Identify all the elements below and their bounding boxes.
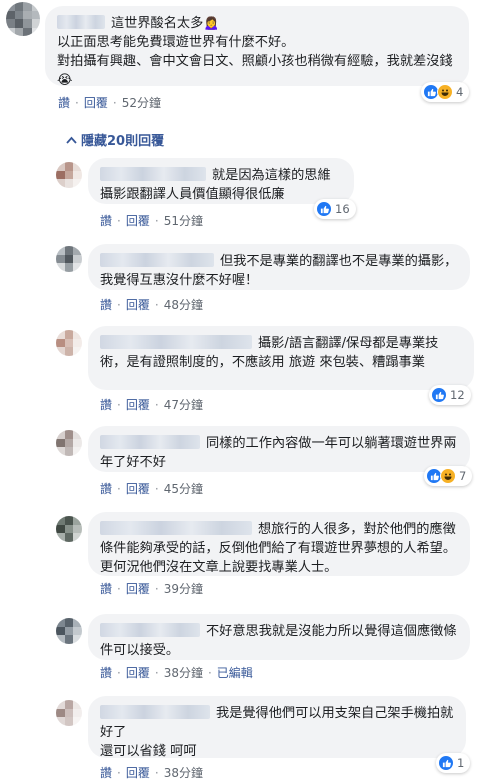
reply-link[interactable]: 回覆 [126,298,150,312]
avatar[interactable] [56,516,82,542]
like-reaction-icon [438,755,454,771]
reply-text: 不好意思我就是沒能力所以覺得這個應徵條件可以接受。 [100,623,457,658]
avatar[interactable] [56,700,82,726]
reply-text: 就是因為這樣的思維 攝影跟翻譯人員價值顯得很低廉 [100,167,331,202]
reply-bubble: 不好意思我就是沒能力所以覺得這個應徵條件可以接受。 [88,614,470,660]
comment-actions: 讚 · 回覆 · 52分鐘 [58,96,161,110]
reply-actions: 讚 · 回覆 · 51分鐘 [100,214,203,228]
author-name-blurred[interactable] [100,335,252,349]
reply-actions: 讚 · 回覆 · 38分鐘 · 已編輯 [100,666,253,680]
timestamp[interactable]: 38分鐘 [164,766,203,780]
reply-text: 我是覺得他們可以用支架自己架手機拍就好了 還可以省錢 呵呵 [100,705,454,759]
reply-bubble: 攝影/語言翻譯/保母都是專業技術，是有證照制度的，不應該用 旅遊 來包裝、糟蹋事… [88,326,474,390]
reaction-count: 16 [335,202,350,216]
reply-link[interactable]: 回覆 [126,398,150,412]
avatar[interactable] [56,618,82,644]
like-link[interactable]: 讚 [100,482,112,496]
reply-actions: 讚 · 回覆 · 38分鐘 [100,766,203,780]
author-name-blurred[interactable] [57,15,105,29]
like-link[interactable]: 讚 [100,298,112,312]
reply-bubble: 想旅行的人很多，對於他們的應徵條件能夠承受的話，反倒他們給了有環遊世界夢想的人希… [88,512,470,576]
like-link[interactable]: 讚 [58,96,70,110]
reply-actions: 讚 · 回覆 · 39分鐘 [100,582,203,596]
like-link[interactable]: 讚 [100,766,112,780]
reply-actions: 讚 · 回覆 · 47分鐘 [100,398,203,412]
reply-link[interactable]: 回覆 [126,766,150,780]
comment-bubble: 這世界酸名太多🙍‍♀️ 以正面思考能免費環遊世界有什麼不好。 對拍攝有興趣、會中… [45,6,469,88]
reply-bubble: 但我不是專業的翻譯也不是專業的攝影，我覺得互惠沒什麼不好喔！ [88,244,470,290]
reply-link[interactable]: 回覆 [84,96,108,110]
reply-bubble: 就是因為這樣的思維 攝影跟翻譯人員價值顯得很低廉 [88,158,354,204]
reply-link[interactable]: 回覆 [126,482,150,496]
timestamp[interactable]: 48分鐘 [164,298,203,312]
author-name-blurred[interactable] [100,167,206,181]
reply-text: 但我不是專業的翻譯也不是專業的攝影，我覺得互惠沒什麼不好喔！ [100,253,458,288]
hide-replies-label: 隱藏20則回覆 [81,134,165,149]
haha-reaction-icon [437,84,453,100]
reply-link[interactable]: 回覆 [126,214,150,228]
timestamp[interactable]: 39分鐘 [164,582,203,596]
like-link[interactable]: 讚 [100,214,112,228]
author-name-blurred[interactable] [100,253,214,267]
timestamp[interactable]: 52分鐘 [122,96,161,110]
avatar[interactable] [56,246,82,272]
reply-text: 同樣的工作內容做一年可以躺著環遊世界兩年了好不好 [100,435,457,470]
chevron-up-icon [66,136,77,144]
reaction-count: 12 [450,388,465,402]
edited-label[interactable]: 已編輯 [217,666,253,680]
like-link[interactable]: 讚 [100,582,112,596]
reply-link[interactable]: 回覆 [126,582,150,596]
timestamp[interactable]: 51分鐘 [164,214,203,228]
like-reaction-icon [316,201,332,217]
like-link[interactable]: 讚 [100,398,112,412]
like-link[interactable]: 讚 [100,666,112,680]
timestamp[interactable]: 45分鐘 [164,482,203,496]
reply-actions: 讚 · 回覆 · 48分鐘 [100,298,203,312]
timestamp[interactable]: 38分鐘 [164,666,203,680]
reply-text: 想旅行的人很多，對於他們的應徵條件能夠承受的話，反倒他們給了有環遊世界夢想的人希… [100,521,457,575]
reply-bubble: 我是覺得他們可以用支架自己架手機拍就好了 還可以省錢 呵呵 [88,696,466,759]
reply-bubble: 同樣的工作內容做一年可以躺著環遊世界兩年了好不好 [88,426,470,472]
reaction-summary[interactable]: 16 [314,199,356,219]
avatar[interactable] [56,430,82,456]
reply-link[interactable]: 回覆 [126,666,150,680]
reaction-summary[interactable]: 7 [424,466,473,486]
avatar[interactable] [56,162,82,188]
reaction-summary[interactable]: 4 [421,82,470,102]
reaction-count: 7 [459,469,467,483]
like-reaction-icon [431,387,447,403]
author-name-blurred[interactable] [100,521,252,535]
comment-text: 這世界酸名太多🙍‍♀️ 以正面思考能免費環遊世界有什麼不好。 對拍攝有興趣、會中… [57,15,453,88]
author-name-blurred[interactable] [100,623,200,637]
reply-actions: 讚 · 回覆 · 45分鐘 [100,482,203,496]
reaction-summary[interactable]: 1 [436,753,471,773]
haha-reaction-icon [440,468,456,484]
reaction-count: 4 [456,85,464,99]
reaction-count: 1 [457,756,465,770]
author-name-blurred[interactable] [100,705,210,719]
author-name-blurred[interactable] [100,435,200,449]
avatar[interactable] [56,330,82,356]
reply-text: 攝影/語言翻譯/保母都是專業技術，是有證照制度的，不應該用 旅遊 來包裝、糟蹋事… [100,335,439,370]
hide-replies-toggle[interactable]: 隱藏20則回覆 [66,130,164,149]
avatar[interactable] [6,2,40,36]
timestamp[interactable]: 47分鐘 [164,398,203,412]
reaction-summary[interactable]: 12 [429,385,471,405]
